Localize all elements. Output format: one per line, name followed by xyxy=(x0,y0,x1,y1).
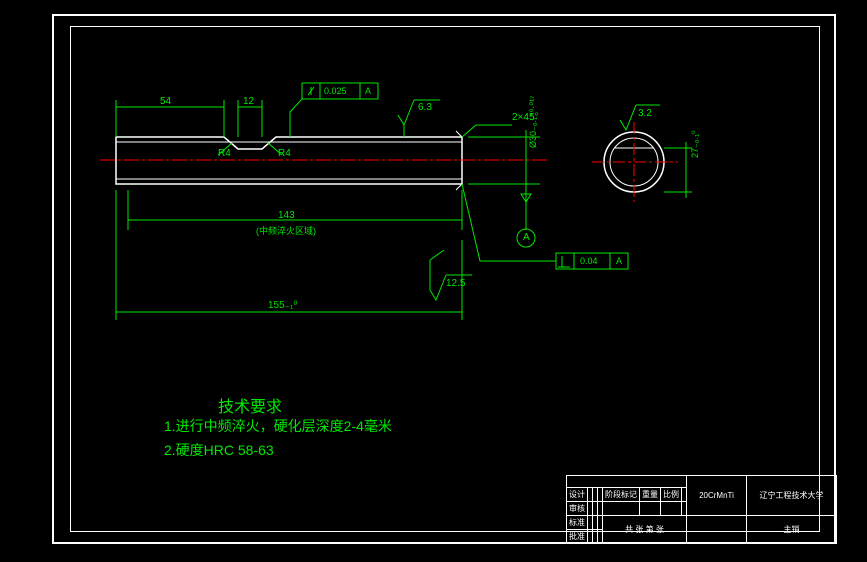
shaft-main-view xyxy=(100,125,550,190)
tb-org: 辽宁工程技术大学 xyxy=(747,476,837,516)
sf32-val: 3.2 xyxy=(638,108,652,119)
tol2-datum: A xyxy=(616,256,622,266)
tol1-datum: A xyxy=(365,86,371,96)
dim-12-val: 12 xyxy=(243,96,254,107)
req-title: 技术要求 xyxy=(218,393,282,417)
shaft-end-view xyxy=(592,122,678,202)
tb-partname: 主销 xyxy=(747,516,837,544)
tb-material: 20CrMnTi xyxy=(687,476,747,516)
dim27-val: 27₋₀.₁⁰ xyxy=(690,130,701,158)
sf-12.5 xyxy=(430,250,472,300)
r4a-val: R4 xyxy=(218,148,231,159)
dim-54-val: 54 xyxy=(160,96,171,107)
dim-27 xyxy=(664,142,692,198)
gtol-right xyxy=(462,184,628,269)
req-line1: 1.进行中频淬火，硬化层深度2-4毫米 xyxy=(164,416,392,436)
title-block: 20CrMnTi 辽宁工程技术大学 设计阶段标记重量比例 审核 标准 共 张 第… xyxy=(566,475,837,544)
dim-143-note: (中频淬火区域) xyxy=(256,224,316,237)
tol1-val: 0.025 xyxy=(324,86,347,96)
sf63-val: 6.3 xyxy=(418,102,432,113)
dim-143-val: 143 xyxy=(278,210,295,221)
tol2-val: 0.04 xyxy=(580,256,598,266)
dim-155-val: 155₋₁⁰ xyxy=(268,300,297,311)
datumA-val: A xyxy=(523,232,530,243)
dia30-val: Ø30₋₀.₁⁺⁰·⁰¹⁷ xyxy=(528,96,539,148)
req-line2: 2.硬度HRC 58-63 xyxy=(164,440,274,460)
sf125-val: 12.5 xyxy=(446,278,465,289)
r4b-val: R4 xyxy=(278,148,291,159)
